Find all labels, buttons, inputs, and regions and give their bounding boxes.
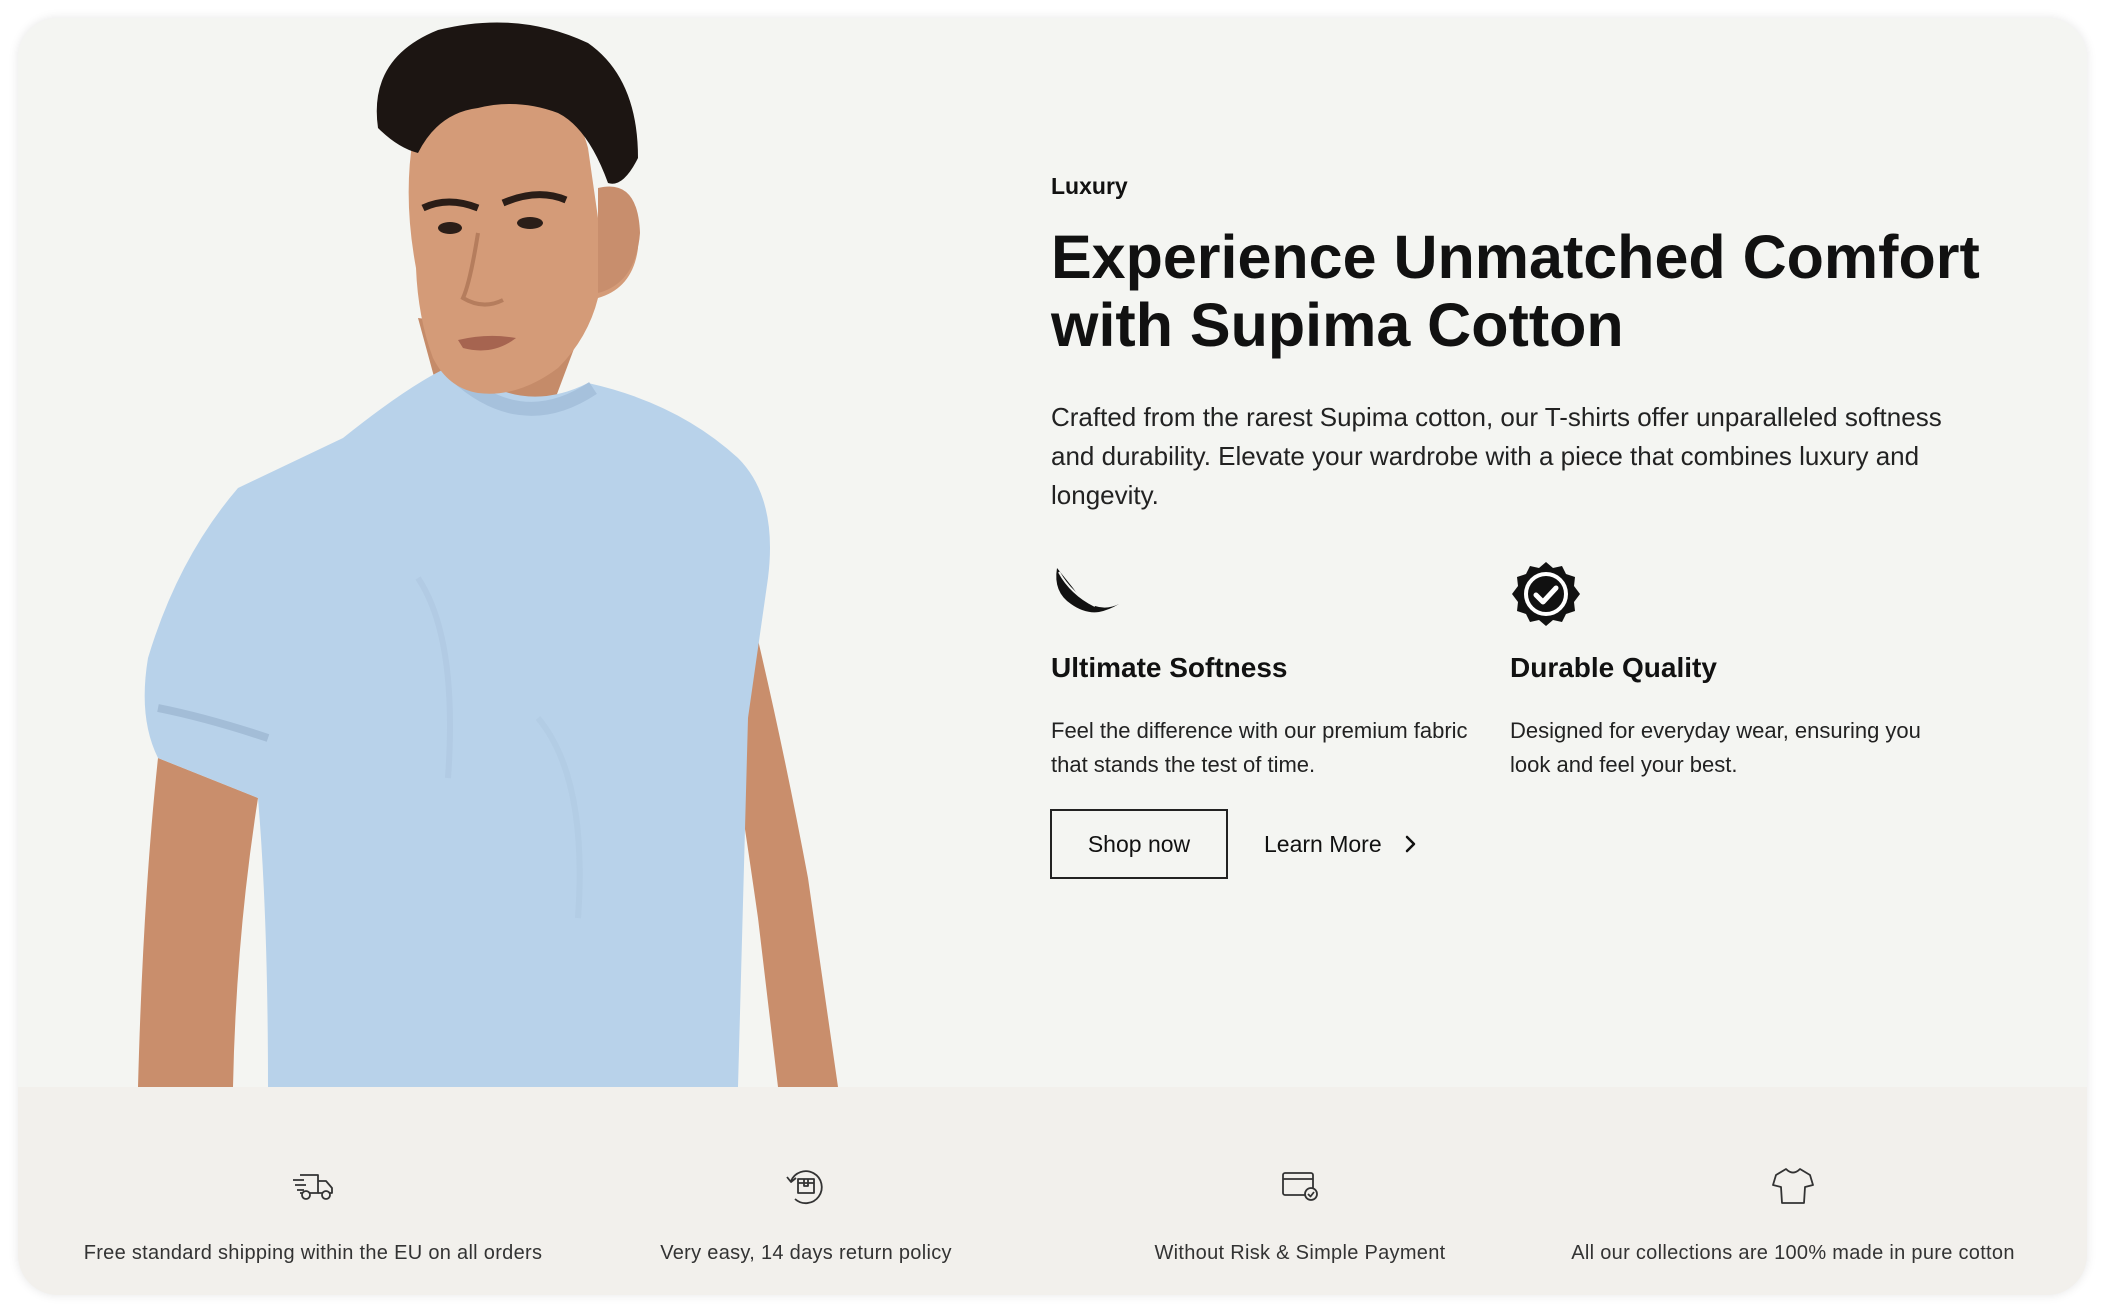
return-box-icon	[786, 1170, 823, 1205]
page-frame: Luxury Experience Unmatched Comfort with…	[18, 18, 2087, 1295]
learn-more-link[interactable]: Learn More	[1264, 809, 1420, 879]
benefit-text: Very easy, 14 days return policy	[660, 1242, 952, 1264]
benefit-cotton: All our collections are 100% made in pur…	[1563, 1087, 2023, 1295]
benefit-shipping: Free standard shipping within the EU on …	[83, 1087, 543, 1295]
model-photo	[138, 22, 838, 1087]
card-payment-icon	[1282, 1172, 1318, 1201]
benefit-text: All our collections are 100% made in pur…	[1571, 1242, 2015, 1264]
feature-title: Durable Quality	[1510, 652, 1717, 683]
hero-description: Crafted from the rarest Supima cotton, o…	[1051, 402, 1942, 510]
benefit-text: Without Risk & Simple Payment	[1154, 1242, 1446, 1264]
feature-title: Ultimate Softness	[1051, 652, 1288, 683]
feature-ultimate-softness: Ultimate Softness Feel the difference wi…	[1051, 558, 1491, 777]
truck-icon	[293, 1174, 333, 1200]
benefit-returns: Very easy, 14 days return policy	[576, 1087, 1036, 1295]
shop-now-button[interactable]: Shop now	[1050, 809, 1228, 879]
page-title: Experience Unmatched Comfort with Supima…	[1051, 223, 1980, 359]
benefit-text: Free standard shipping within the EU on …	[83, 1242, 543, 1264]
feature-durable-quality: Durable Quality Designed for everyday we…	[1510, 558, 1950, 777]
benefit-payment: Without Risk & Simple Payment	[1070, 1087, 1530, 1295]
benefits-bar: Free standard shipping within the EU on …	[18, 1087, 2087, 1295]
feather-icon	[1056, 568, 1119, 613]
tshirt-icon	[1772, 1168, 1814, 1204]
feature-description: Designed for everyday wear, ensuring you…	[1510, 718, 1921, 777]
feature-description: Feel the difference with our premium fab…	[1051, 718, 1468, 777]
hero-section: Luxury Experience Unmatched Comfort with…	[18, 18, 2087, 1087]
learn-more-label: Learn More	[1264, 830, 1382, 857]
badge-check-icon	[1512, 562, 1580, 626]
chevron-right-icon	[1405, 835, 1415, 853]
eyebrow-label: Luxury	[1051, 173, 1128, 199]
